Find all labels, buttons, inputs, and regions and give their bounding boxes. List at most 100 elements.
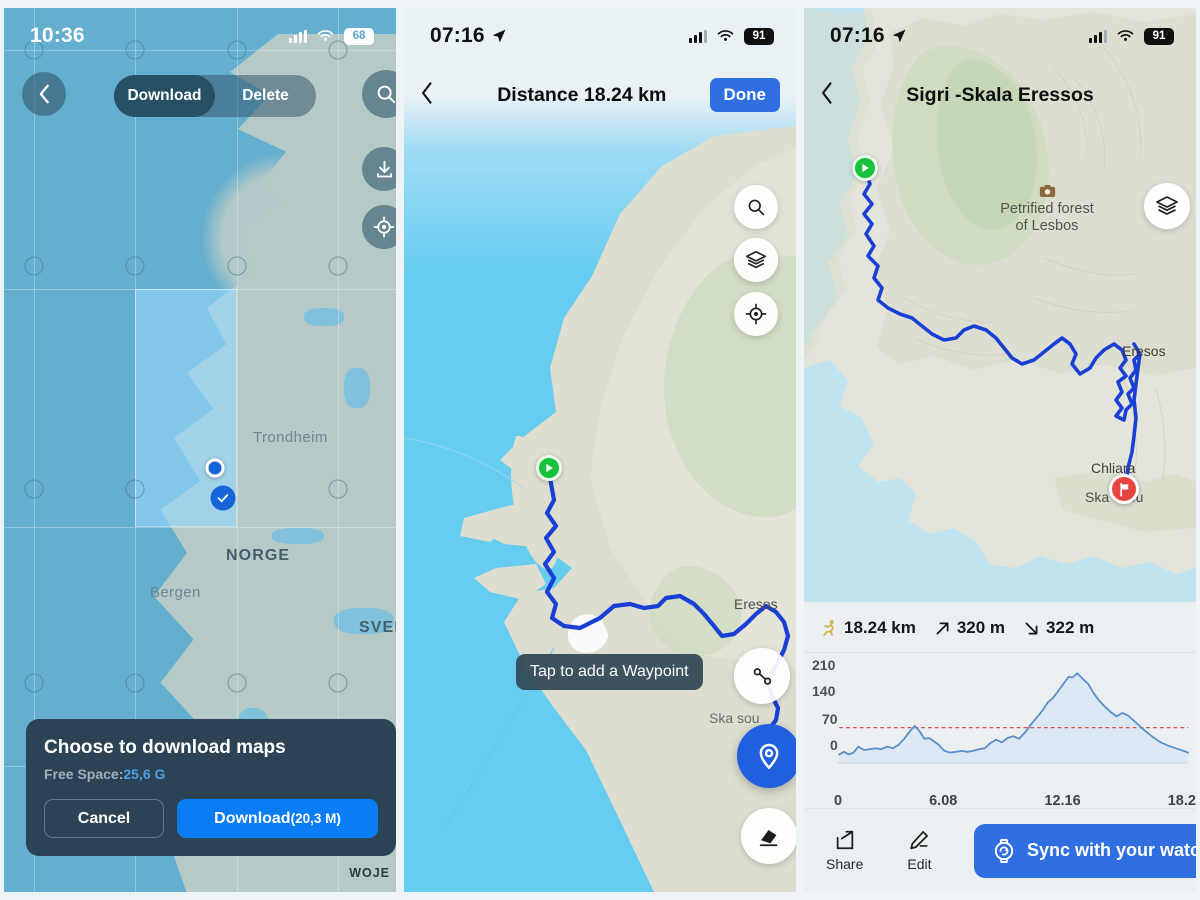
sync-label: Sync with your watch (1027, 840, 1196, 860)
panel-offline-maps-download: Trondheim NORGE Bergen SVER (0, 0, 400, 900)
panel1-screen: Trondheim NORGE Bergen SVER (4, 8, 396, 892)
route-start-marker[interactable] (852, 155, 878, 181)
stat-ascent: 320 m (934, 618, 1005, 638)
map-search-button[interactable] (734, 185, 778, 229)
distance-title: Distance 18.24 km (497, 83, 667, 106)
eraser-button[interactable] (741, 808, 796, 864)
status-time: 07:16 (430, 24, 507, 48)
search-icon (748, 199, 765, 216)
share-export-icon (836, 830, 853, 850)
status-time: 07:16 (830, 24, 907, 48)
download-confirm-label: Download (214, 809, 291, 827)
x-tick-1: 6.08 (929, 793, 958, 809)
chevron-left-icon (822, 81, 832, 104)
battery-indicator: 68 (344, 27, 374, 45)
map-edge-label: WOJE (349, 866, 390, 880)
waypoint-pin-icon (759, 743, 779, 770)
map-label-eresos: Eresos (734, 596, 778, 612)
segment-delete[interactable]: Delete (215, 75, 316, 117)
panel2-screen: Eresos Ska sou 07:16 91 Distance 18.24 k… (404, 8, 796, 892)
map-locate-button[interactable] (734, 292, 778, 336)
chevron-left-icon (39, 84, 49, 104)
eraser-icon (759, 829, 778, 847)
done-button[interactable]: Done (709, 78, 780, 112)
tile-handle[interactable] (227, 256, 247, 276)
three-panel-screenshot: Trondheim NORGE Bergen SVER (0, 0, 1200, 900)
cellular-bars-icon (1089, 29, 1107, 43)
x-tick-3: 18.24 (1167, 793, 1196, 809)
panel2-nav-bar: Distance 18.24 km Done (404, 64, 796, 126)
layers-icon (746, 250, 766, 269)
tile-handle[interactable] (24, 256, 44, 276)
y-tick-70: 70 (822, 711, 838, 727)
layers-icon (1156, 196, 1178, 215)
search-icon (377, 85, 396, 104)
download-confirm-button[interactable]: Download (20,3 M) (177, 799, 378, 838)
free-space-row: Free Space:25,6 G (44, 766, 378, 782)
map-label-skala: Ska sou (709, 710, 760, 726)
battery-indicator: 91 (1144, 27, 1174, 45)
tile-handle[interactable] (24, 673, 44, 693)
map-layers-button[interactable] (734, 238, 778, 282)
stat-descent: 322 m (1023, 618, 1094, 638)
tile-handle[interactable] (125, 256, 145, 276)
tile-handle[interactable] (328, 479, 348, 499)
stat-distance: 18.24 km (820, 618, 916, 638)
runner-icon (823, 620, 834, 637)
map-label-eresos: Eresos (1122, 343, 1166, 359)
map-layers-button[interactable] (1144, 183, 1190, 229)
wifi-icon (317, 30, 334, 41)
crosshair-locate-icon (373, 216, 395, 238)
y-tick-140: 140 (812, 683, 836, 699)
status-time-text: 07:16 (430, 24, 485, 47)
play-start-icon (546, 463, 553, 473)
free-space-label: Free Space: (44, 766, 124, 782)
arrow-down-right-icon (1025, 622, 1038, 634)
battery-indicator: 91 (744, 27, 774, 45)
x-tick-2: 12.16 (1044, 793, 1081, 809)
tile-handle[interactable] (24, 479, 44, 499)
elevation-chart-svg (837, 661, 1192, 764)
tile-handle[interactable] (125, 673, 145, 693)
camera-poi-icon (1039, 184, 1055, 197)
wifi-icon (717, 30, 734, 41)
route-stats-row: 18.24 km 320 m 322 m (804, 602, 1196, 653)
play-start-icon (862, 163, 869, 173)
panel1-status-bar: 10:36 68 (4, 8, 396, 64)
panel3-screen: Petrified forest of Lesbos Eresos Chliar… (804, 8, 1196, 892)
route-start-marker[interactable] (536, 455, 562, 481)
route-title: Sigri -Skala Eressos (906, 83, 1094, 106)
segment-download[interactable]: Download (114, 75, 215, 117)
sync-watch-button[interactable]: Sync with your watch (974, 823, 1196, 878)
tile-handle[interactable] (328, 256, 348, 276)
edit-button[interactable]: Edit (907, 829, 931, 872)
cellular-bars-icon (289, 29, 307, 43)
download-delete-segmented-control[interactable]: Download Delete (114, 75, 316, 117)
poi-label-line1: Petrified forest (1000, 201, 1094, 217)
add-waypoint-button[interactable] (737, 724, 796, 788)
route-end-marker[interactable] (1109, 474, 1139, 504)
free-space-value: 25,6 G (123, 766, 166, 782)
route-tool-button[interactable] (734, 648, 790, 704)
tile-handle[interactable] (125, 479, 145, 499)
back-button[interactable] (820, 80, 854, 111)
crosshair-locate-icon (745, 303, 767, 325)
back-button[interactable] (22, 72, 66, 116)
tile-selected-check[interactable] (210, 485, 236, 511)
x-tick-0: 0 (834, 793, 843, 809)
y-tick-0: 0 (830, 737, 838, 753)
status-indicators: 91 (1089, 27, 1174, 45)
status-time-text: 07:16 (830, 24, 885, 47)
tile-handle[interactable] (227, 673, 247, 693)
tile-handle[interactable] (328, 673, 348, 693)
share-button[interactable]: Share (826, 829, 863, 872)
panel-route-planner: Eresos Ska sou 07:16 91 Distance 18.24 k… (400, 0, 800, 900)
back-button[interactable] (420, 80, 454, 111)
elevation-x-axis: 0 6.08 12.16 18.24 (804, 793, 1196, 809)
grid-line-h3 (4, 527, 396, 528)
grid-line-h2 (4, 289, 396, 290)
route-detail-sheet: 18.24 km 320 m 322 m 210 140 70 0 0 6.08… (804, 602, 1196, 892)
cancel-button[interactable]: Cancel (44, 799, 164, 838)
status-time: 10:36 (30, 24, 85, 47)
stat-descent-value: 322 m (1046, 618, 1095, 637)
